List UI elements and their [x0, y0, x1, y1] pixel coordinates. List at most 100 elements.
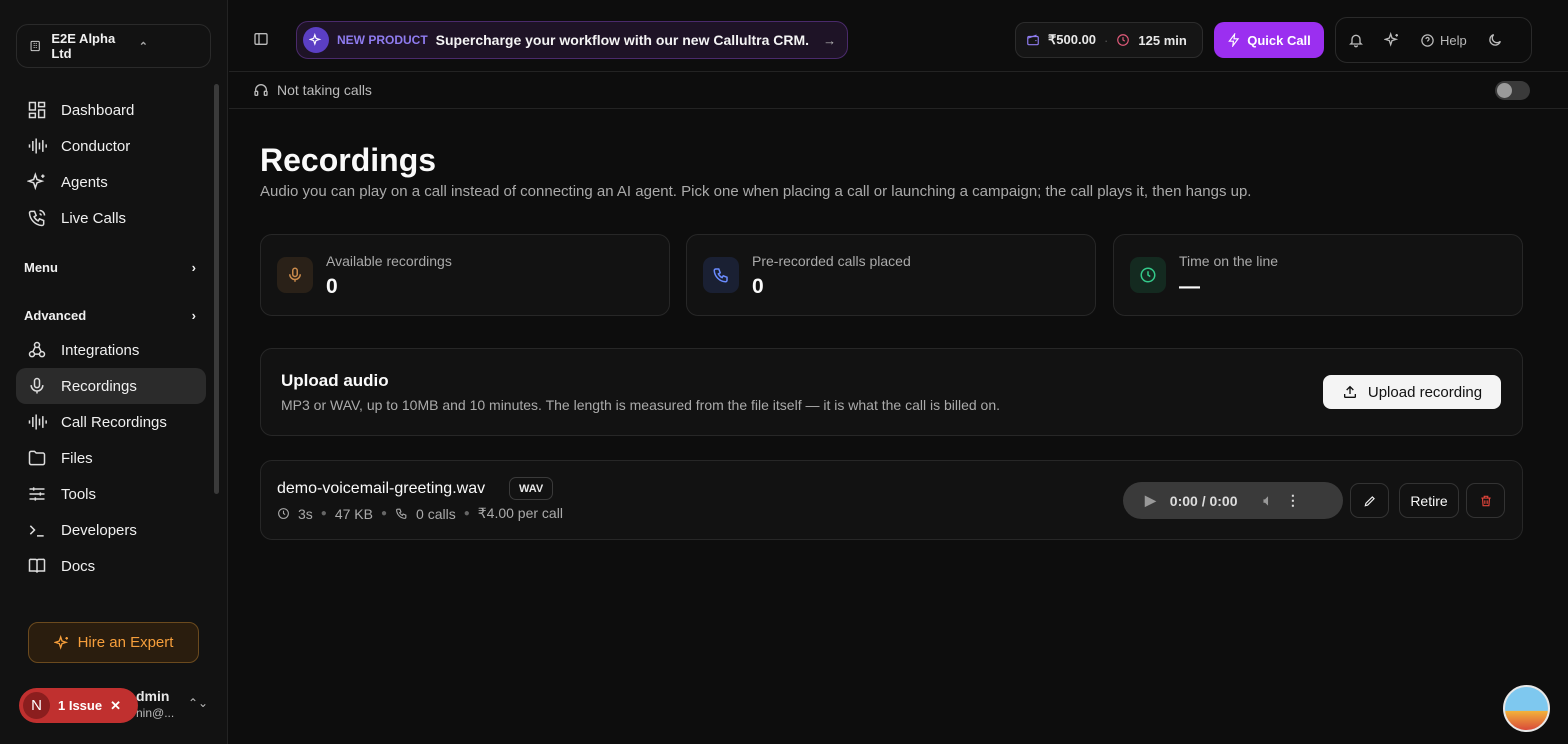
clock-icon: [278, 508, 289, 519]
play-icon[interactable]: ▶: [1145, 492, 1156, 509]
sidebar-item-label: Dashboard: [61, 101, 135, 119]
main-content: Recordings Audio you can play on a call …: [229, 109, 1568, 744]
sidebar-scrollbar[interactable]: [214, 84, 219, 494]
sidebar-item-tools[interactable]: Tools: [16, 476, 206, 512]
volume-icon[interactable]: 🔈︎: [1264, 492, 1272, 509]
arrow-right-icon: →: [823, 32, 837, 48]
pencil-icon: [1364, 495, 1375, 506]
recording-duration: 3s: [298, 505, 313, 522]
sidebar-item-label: Agents: [61, 173, 108, 191]
sparkles-icon[interactable]: [1384, 32, 1400, 48]
call-status-text: Not taking calls: [277, 82, 372, 98]
stat-value: 0: [752, 275, 764, 298]
moon-icon[interactable]: [1487, 32, 1503, 48]
mic-icon: [277, 257, 313, 293]
user-name: dmin: [136, 688, 170, 704]
quick-call-button[interactable]: Quick Call: [1214, 22, 1324, 58]
book-icon: [28, 558, 46, 573]
sparkles-icon: [53, 634, 68, 650]
help-button[interactable]: Help: [1420, 33, 1467, 48]
phone-call-icon: [28, 209, 46, 227]
retire-label: Retire: [1410, 492, 1448, 509]
sparkles-icon: [27, 172, 45, 191]
wallet-icon: [1027, 34, 1039, 46]
stat-card-prerecorded-calls: Pre-recorded calls placed 0: [686, 234, 1096, 316]
quick-call-label: Quick Call: [1247, 32, 1311, 48]
close-icon[interactable]: ✕: [110, 698, 121, 714]
sidebar-item-docs[interactable]: Docs: [16, 548, 206, 584]
stat-value: —: [1179, 275, 1200, 298]
recording-row: demo-voicemail-greeting.wav WAV 3s ● 47 …: [260, 460, 1523, 540]
upload-card: Upload audio MP3 or WAV, up to 10MB and …: [260, 348, 1523, 436]
terminal-icon: [29, 525, 44, 537]
menu-section-toggle[interactable]: Menu ›: [24, 260, 196, 275]
upload-recording-button[interactable]: Upload recording: [1323, 375, 1501, 409]
issue-badge[interactable]: N 1 Issue ✕: [19, 688, 138, 723]
advanced-section-toggle[interactable]: Advanced ›: [24, 308, 196, 323]
phone-icon: [396, 508, 407, 519]
taking-calls-toggle[interactable]: [1495, 81, 1530, 100]
player-time: 0:00 / 0:00: [1169, 492, 1238, 509]
format-badge: WAV: [509, 477, 554, 500]
upload-description: MP3 or WAV, up to 10MB and 10 minutes. T…: [281, 397, 1001, 413]
sidebar-item-call-recordings[interactable]: Call Recordings: [16, 404, 206, 440]
sidebar-item-integrations[interactable]: Integrations: [16, 332, 206, 368]
recording-price: ₹4.00 per call: [477, 505, 563, 521]
sidebar-item-agents[interactable]: Agents: [16, 164, 206, 200]
edit-button[interactable]: [1350, 483, 1389, 518]
sidebar-toggle-icon[interactable]: [253, 31, 269, 47]
sidebar-item-label: Tools: [61, 485, 97, 503]
clock-icon: [1117, 34, 1130, 46]
balance-value: ₹500.00: [1048, 32, 1097, 47]
app: E2E Alpha Ltd ⌃ Dashboard Conductor Agen…: [0, 0, 1568, 744]
trash-icon: [1480, 495, 1491, 506]
bell-icon[interactable]: [1348, 32, 1364, 48]
org-switcher[interactable]: E2E Alpha Ltd ⌃: [16, 24, 211, 68]
advanced-section-label: Advanced: [24, 308, 87, 323]
sidebar-item-files[interactable]: Files: [16, 440, 206, 476]
hire-expert-button[interactable]: Hire an Expert: [28, 622, 199, 663]
recording-size: 47 KB: [334, 505, 373, 522]
upload-title: Upload audio: [281, 371, 389, 390]
sidebar-item-developers[interactable]: Developers: [16, 512, 206, 548]
stat-card-time-on-line: Time on the line —: [1113, 234, 1523, 316]
issue-logo: N: [23, 692, 50, 719]
webhook-icon: [28, 341, 46, 358]
issue-label: 1 Issue: [58, 698, 103, 713]
user-email: nin@...: [136, 706, 175, 720]
more-vertical-icon[interactable]: ⋮: [1286, 492, 1300, 509]
building-icon: [30, 40, 40, 52]
assistant-avatar[interactable]: [1503, 685, 1550, 732]
lightning-icon: [1228, 33, 1240, 47]
promo-banner[interactable]: NEW PRODUCT Supercharge your workflow wi…: [296, 21, 848, 59]
call-status-bar: Not taking calls: [229, 72, 1568, 109]
sidebar-item-live-calls[interactable]: Live Calls: [16, 200, 206, 236]
wallet-summary[interactable]: ₹500.00 · 125 min: [1015, 22, 1203, 58]
recording-filename: demo-voicemail-greeting.wav: [277, 480, 486, 497]
stat-label: Available recordings: [326, 253, 452, 269]
upload-recording-label: Upload recording: [1367, 383, 1483, 401]
topbar: NEW PRODUCT Supercharge your workflow wi…: [229, 0, 1568, 72]
sidebar-item-conductor[interactable]: Conductor: [16, 128, 206, 164]
stat-label: Pre-recorded calls placed: [752, 253, 911, 269]
sidebar-item-label: Conductor: [61, 137, 131, 155]
chevron-right-icon: ›: [191, 308, 196, 323]
promo-message: Supercharge your workflow with our new C…: [435, 32, 810, 48]
headset-icon: [254, 84, 268, 96]
sidebar: E2E Alpha Ltd ⌃ Dashboard Conductor Agen…: [0, 0, 228, 744]
page-subtitle: Audio you can play on a call instead of …: [260, 183, 1252, 200]
sidebar-item-recordings[interactable]: Recordings: [16, 368, 206, 404]
audio-player[interactable]: ▶ 0:00 / 0:00 🔈︎ ⋮: [1123, 482, 1343, 519]
upload-icon: [1343, 385, 1356, 398]
chevron-updown-icon: ⌃: [138, 40, 148, 53]
clock-icon: [1130, 257, 1166, 293]
menu-section-label: Menu: [24, 260, 58, 275]
retire-button[interactable]: Retire: [1399, 483, 1459, 518]
promo-tag: NEW PRODUCT: [337, 33, 428, 47]
delete-button[interactable]: [1466, 483, 1505, 518]
sliders-icon: [29, 487, 45, 501]
separator: ●: [463, 508, 470, 519]
sidebar-item-dashboard[interactable]: Dashboard: [16, 92, 206, 128]
stat-card-available-recordings: Available recordings 0: [260, 234, 670, 316]
chevron-updown-icon: ⌃⌄: [188, 696, 209, 710]
